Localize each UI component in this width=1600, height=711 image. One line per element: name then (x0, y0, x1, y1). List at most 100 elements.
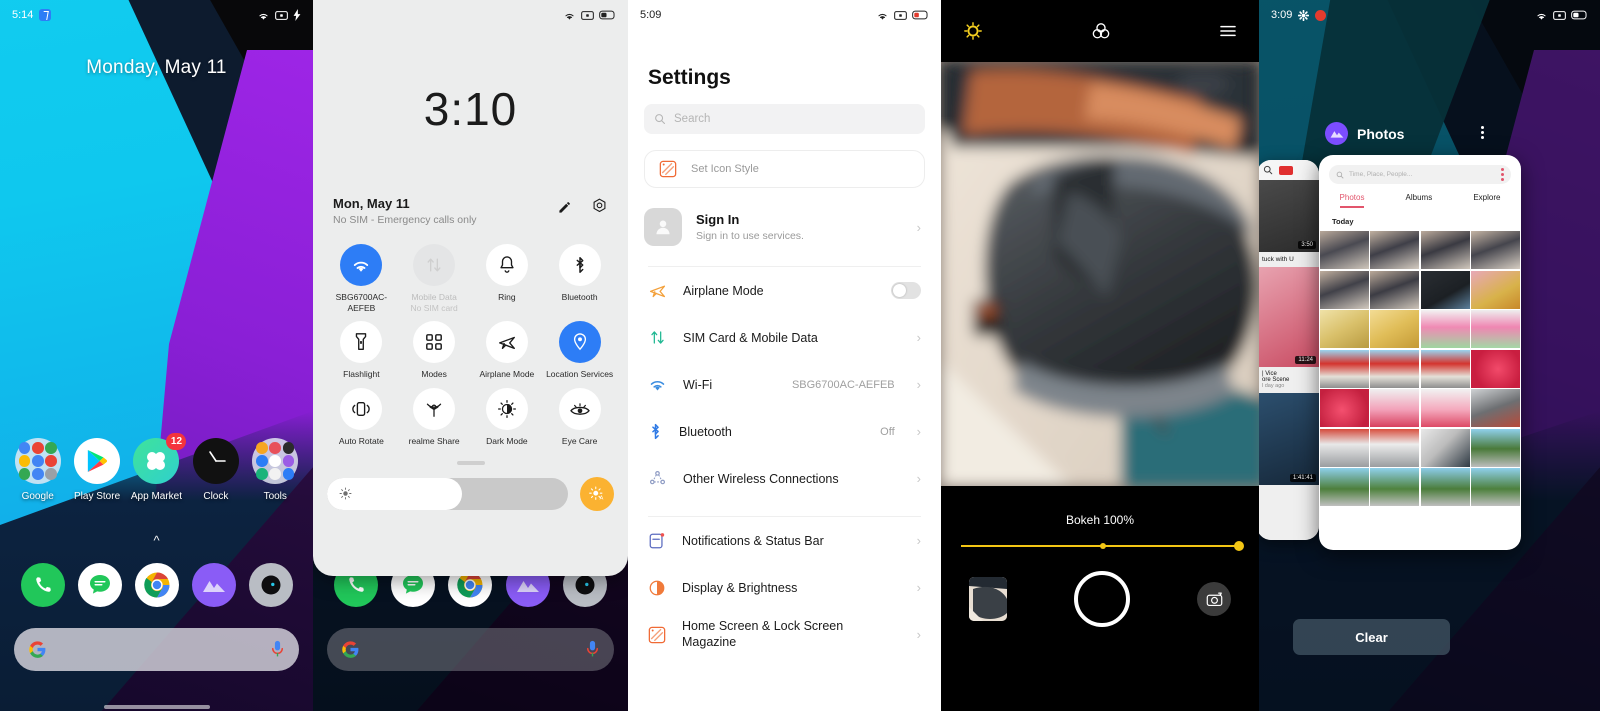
tile-realme-share[interactable]: realme Share (398, 387, 471, 447)
settings-row-display-brightness[interactable]: Display & Brightness › (628, 564, 941, 611)
flip-camera-button[interactable] (1197, 582, 1231, 616)
settings-row-sim-card[interactable]: SIM Card & Mobile Data › (628, 314, 941, 361)
tile-dark-mode[interactable]: Dark Mode (471, 387, 544, 447)
tile-location-services[interactable]: Location Services (543, 321, 616, 380)
photo-thumbnail[interactable] (1420, 270, 1470, 309)
tile-wifi[interactable]: SBG6700AC-AEFEB (325, 244, 398, 313)
settings-search-input[interactable]: Search (644, 104, 925, 134)
tile-ring[interactable]: Ring (471, 244, 544, 313)
photo-thumbnail[interactable] (1370, 310, 1420, 348)
photo-thumbnail[interactable] (1320, 270, 1369, 309)
tab-albums[interactable]: Albums (1406, 193, 1433, 208)
tile-auto-rotate[interactable]: Auto Rotate (325, 387, 398, 447)
edit-icon[interactable] (557, 199, 573, 215)
recent-card-youtube[interactable]: 3:50 tuck with U 11:24 | Vice ore Scene … (1259, 160, 1319, 540)
shade-drag-handle[interactable] (456, 460, 485, 465)
tile-sublabel: No SIM card (410, 302, 458, 313)
google-search-bar-dimmed[interactable] (327, 628, 614, 671)
dock-icon-messages[interactable] (77, 563, 122, 607)
photo-thumbnail[interactable] (1420, 389, 1470, 427)
photo-thumbnail[interactable] (1471, 389, 1520, 427)
photo-thumbnail[interactable] (1420, 468, 1470, 506)
app-icon-tools-folder[interactable]: Tools (249, 438, 301, 502)
brightness-slider[interactable] (327, 477, 568, 510)
kebab-menu-icon[interactable] (1501, 168, 1504, 181)
photo-thumbnail[interactable] (1370, 349, 1420, 388)
clear-recents-button[interactable]: Clear (1293, 619, 1450, 655)
app-icon-app-market[interactable]: 12 App Market (130, 433, 187, 502)
settings-gear-icon[interactable] (591, 198, 608, 215)
bokeh-slider[interactable] (961, 541, 1244, 551)
photo-thumbnail[interactable] (1320, 310, 1369, 348)
photo-thumbnail[interactable] (1420, 310, 1470, 348)
tab-photos[interactable]: Photos (1339, 193, 1365, 208)
settings-row-bluetooth[interactable]: Bluetooth Off › (628, 408, 941, 455)
photo-thumbnail[interactable] (1471, 310, 1520, 348)
record-dot-icon (1315, 9, 1327, 21)
photo-thumbnail[interactable] (1320, 349, 1369, 388)
dock-icon-camera[interactable] (248, 563, 293, 607)
clock-icon (192, 438, 239, 484)
photo-thumbnail[interactable] (1370, 389, 1420, 427)
app-icon-google-folder[interactable]: Google (12, 438, 64, 502)
dock-icon-phone[interactable] (20, 563, 65, 607)
settings-row-wifi[interactable]: Wi-Fi SBG6700AC-AEFEB › (628, 361, 941, 408)
photo-thumbnail[interactable] (1370, 468, 1420, 506)
flash-sun-icon[interactable] (963, 21, 983, 41)
tile-modes[interactable]: Modes (398, 321, 471, 380)
tile-eye-care[interactable]: Eye Care (543, 387, 616, 447)
set-icon-style-card[interactable]: Set Icon Style (644, 150, 925, 188)
settings-row-airplane-mode[interactable]: Airplane Mode (628, 267, 941, 314)
settings-row-notifications[interactable]: Notifications & Status Bar › (628, 517, 941, 564)
tab-explore[interactable]: Explore (1473, 193, 1500, 208)
photos-search-input[interactable]: Time, Place, People... (1329, 165, 1511, 184)
photo-thumbnail[interactable] (1320, 231, 1369, 269)
photo-thumbnail[interactable] (1471, 428, 1520, 467)
microphone-icon[interactable] (270, 640, 285, 659)
color-filter-icon[interactable] (1091, 22, 1111, 40)
settings-row-other-wireless[interactable]: Other Wireless Connections › (628, 455, 941, 502)
photo-thumbnail[interactable] (1320, 389, 1369, 427)
photo-thumbnail[interactable] (1320, 468, 1369, 506)
google-search-bar[interactable] (14, 628, 299, 671)
photo-thumbnail[interactable] (1471, 468, 1520, 506)
dock-icon-photos[interactable] (191, 563, 236, 607)
tile-airplane-mode[interactable]: Airplane Mode (471, 321, 544, 380)
settings-row-home-lock-screen[interactable]: Home Screen & Lock Screen Magazine › (628, 611, 941, 658)
photo-thumbnail[interactable] (1471, 349, 1520, 388)
navigation-gesture-bar[interactable] (103, 705, 210, 709)
app-icon-play-store[interactable]: Play Store (71, 438, 123, 502)
tile-bluetooth[interactable]: Bluetooth (543, 244, 616, 313)
panel-quick-settings: 3:10 Mon, May 11 No SIM - Emergency call… (313, 0, 628, 711)
photo-thumbnail[interactable] (1420, 349, 1470, 388)
photo-thumbnail[interactable] (1320, 428, 1369, 467)
airplane-mode-toggle[interactable] (891, 282, 921, 299)
app-drawer-handle[interactable]: ^ (0, 533, 313, 548)
camera-viewfinder[interactable] (941, 62, 1259, 486)
svg-text:A: A (599, 495, 603, 501)
photo-thumbnail[interactable] (1420, 231, 1470, 269)
photo-thumbnail[interactable] (1471, 270, 1520, 309)
tile-flashlight[interactable]: Flashlight (325, 321, 398, 380)
photo-thumbnail[interactable] (1370, 428, 1420, 467)
microphone-icon[interactable] (585, 640, 600, 659)
dock-icon-chrome[interactable] (134, 563, 179, 607)
auto-brightness-button[interactable]: A (580, 476, 614, 511)
bokeh-slider-knob[interactable] (1234, 541, 1244, 551)
recent-card-photos[interactable]: Time, Place, People... Photos Albums Exp… (1319, 155, 1521, 550)
last-photo-thumbnail[interactable] (969, 577, 1007, 621)
photo-thumbnail[interactable] (1471, 231, 1520, 269)
chevron-right-icon: › (916, 377, 921, 392)
video-age: l day ago (1262, 383, 1285, 389)
recent-card-menu-button[interactable] (1481, 126, 1484, 139)
hamburger-menu-icon[interactable] (1219, 24, 1237, 38)
app-icon-clock[interactable]: Clock (190, 438, 242, 502)
shutter-button[interactable] (1074, 571, 1130, 627)
photo-thumbnail[interactable] (1370, 231, 1420, 269)
photo-thumbnail[interactable] (1420, 428, 1470, 467)
sign-in-row[interactable]: Sign In Sign in to use services. › (644, 202, 925, 252)
battery-icon (599, 10, 616, 20)
photo-thumbnail[interactable] (1370, 270, 1420, 309)
brightness-row: A (313, 476, 628, 511)
tile-mobile-data[interactable]: Mobile Data No SIM card (398, 244, 471, 313)
